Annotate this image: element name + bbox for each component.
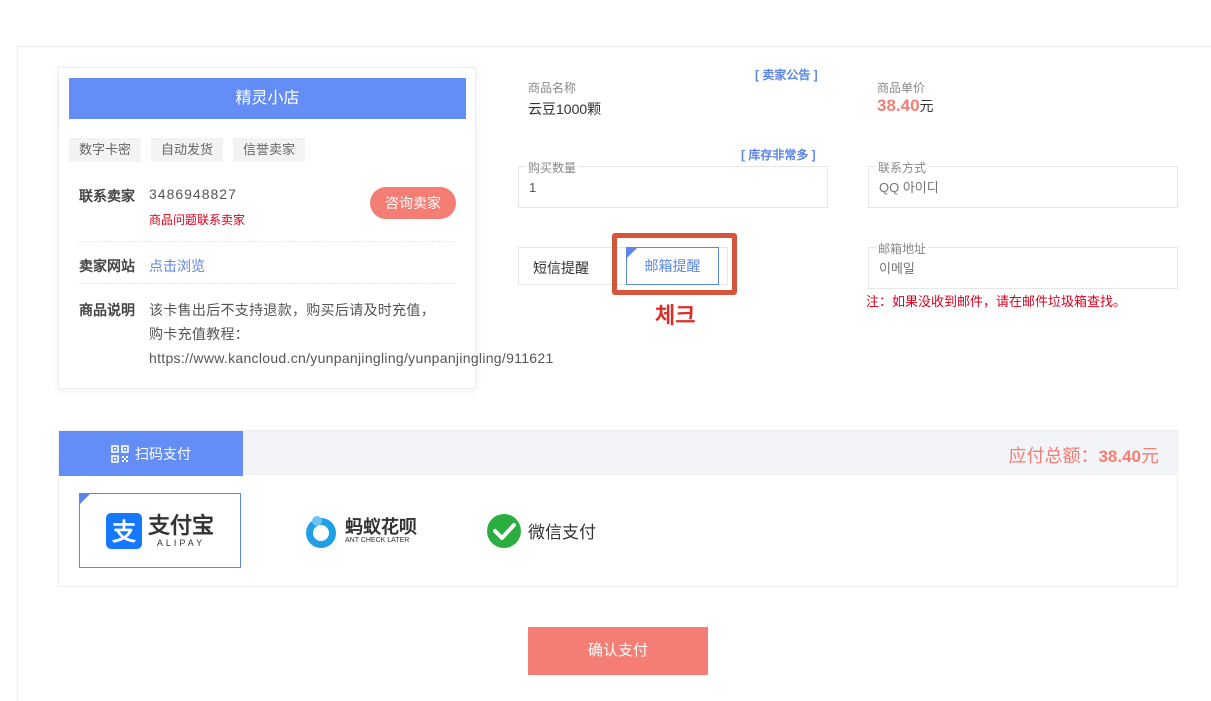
tag-auto-delivery: 自动发货: [151, 138, 224, 162]
price-unit: 元: [919, 98, 934, 114]
shop-name: 精灵小店: [69, 78, 466, 119]
unit-price: 38.40元: [877, 96, 934, 116]
total-value: 38.40: [1098, 447, 1141, 466]
price-value: 38.40: [877, 96, 920, 115]
seller-tags: 数字卡密 自动发货 信誉卖家: [69, 138, 306, 162]
tag-card-code: 数字卡密: [69, 138, 142, 162]
total-amount: 应付总额：38.40元: [1008, 442, 1159, 468]
quantity-input[interactable]: [529, 179, 817, 195]
alipay-icon: 支: [105, 512, 142, 549]
huabei-icon: [306, 515, 336, 548]
huabei-name: 蚂蚁花呗: [345, 517, 417, 537]
qr-code-icon: [111, 444, 129, 463]
sms-notify-option[interactable]: 短信提醒: [533, 258, 589, 278]
total-label: 应付总额：: [1008, 446, 1099, 466]
contact-method-label: 联系方式: [876, 159, 929, 176]
product-description: 该卡售出后不支持退款，购买后请及时充值， 购卡充值教程： https://www…: [149, 298, 619, 370]
desc-tutorial-url: https://www.kancloud.cn/yunpanjingling/y…: [149, 350, 554, 366]
divider: [79, 241, 455, 242]
seller-contact-number: 3486948827: [149, 186, 237, 202]
desc-line: 购卡充值教程：: [149, 326, 250, 342]
payment-header: 扫码支付 应付总额：38.40元: [58, 430, 1178, 476]
payment-options: 支 支付宝 ALIPAY 蚂蚁花呗 ANT CHECK LATER 微信支付: [58, 475, 1178, 587]
seller-notice-link[interactable]: [ 卖家公告 ]: [755, 66, 818, 83]
total-unit: 元: [1141, 446, 1159, 466]
seller-site-label: 卖家网站: [79, 258, 135, 274]
alipay-wordmark: 支付宝 ALIPAY: [147, 512, 214, 548]
divider: [79, 283, 455, 284]
huabei-wordmark: 蚂蚁花呗 ANT CHECK LATER: [345, 517, 417, 544]
stock-status: [ 库存非常多 ]: [741, 148, 816, 162]
email-input[interactable]: [879, 260, 1167, 276]
seller-site-link[interactable]: 点击浏览: [149, 256, 205, 276]
consult-seller-button[interactable]: 咨询卖家: [370, 187, 456, 219]
annotation-highlight-box: [612, 233, 737, 295]
alipay-name: 支付宝: [147, 512, 214, 538]
email-spam-note: 注：如果没收到邮件，请在邮件垃圾箱查找。: [866, 294, 1127, 309]
product-name-label: 商品名称: [528, 81, 577, 95]
tab-scan-pay-label: 扫码支付: [135, 445, 191, 462]
svg-text:支: 支: [112, 518, 137, 546]
product-name: 云豆1000颗: [528, 101, 602, 117]
tag-trusted-seller: 信誉卖家: [233, 138, 306, 162]
pay-option-alipay[interactable]: 支 支付宝 ALIPAY: [79, 493, 241, 568]
seller-contact-note: 商品问题联系卖家: [149, 213, 246, 227]
tab-scan-pay[interactable]: 扫码支付: [59, 431, 243, 476]
selected-corner-icon: [80, 494, 90, 504]
product-desc-label: 商品说明: [79, 302, 135, 318]
quantity-label: 购买数量: [526, 159, 579, 176]
wechat-icon: [487, 513, 521, 548]
wechat-name: 微信支付: [528, 523, 596, 542]
huabei-sub: ANT CHECK LATER: [345, 537, 410, 544]
email-address-label: 邮箱地址: [876, 240, 929, 257]
seller-card: 精灵小店 数字卡密 自动发货 信誉卖家 联系卖家 3486948827 商品问题…: [58, 67, 553, 389]
alipay-sub: ALIPAY: [156, 537, 206, 548]
contact-seller-label: 联系卖家: [79, 188, 135, 204]
pay-option-huabei[interactable]: 蚂蚁花呗 ANT CHECK LATER: [279, 493, 441, 568]
desc-line: 该卡售出后不支持退款，购买后请及时充值，: [149, 302, 435, 318]
annotation-check-text: 체크: [655, 303, 696, 328]
pay-option-wechat[interactable]: 微信支付: [459, 493, 621, 568]
unit-price-label: 商品单价: [877, 81, 926, 95]
contact-input[interactable]: [879, 179, 1167, 195]
confirm-pay-button[interactable]: 确认支付: [528, 627, 708, 675]
